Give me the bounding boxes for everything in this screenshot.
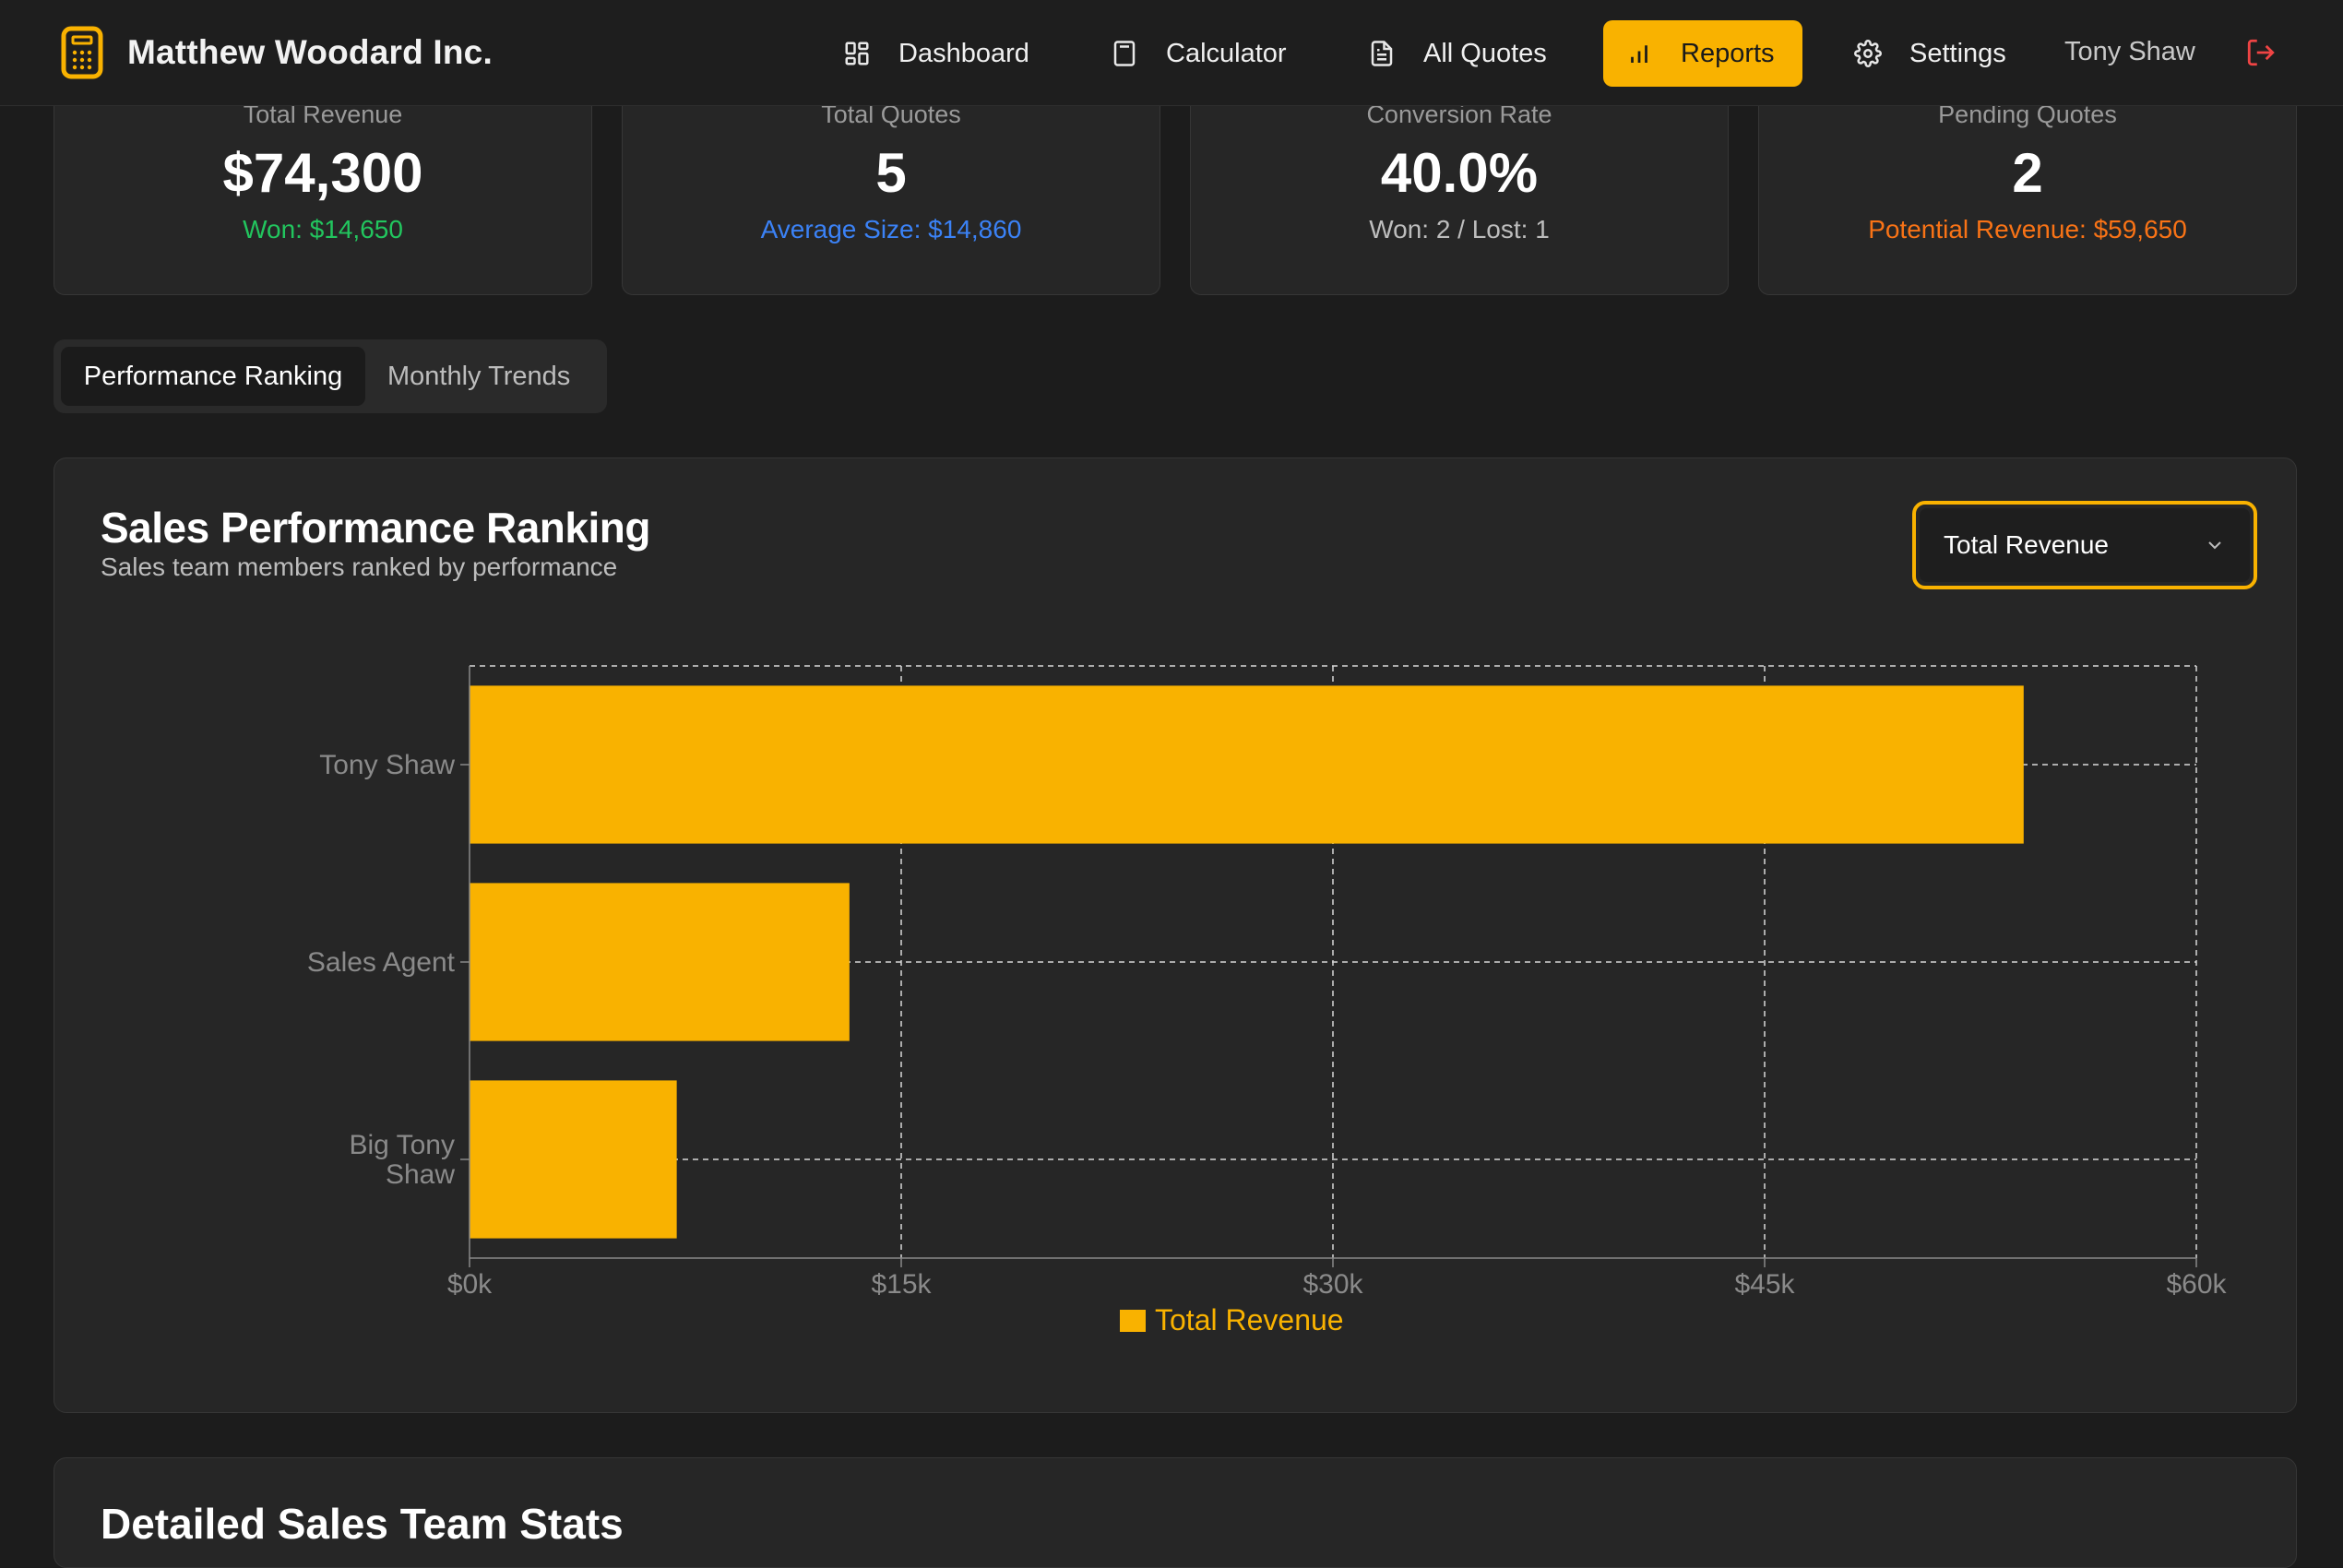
stat-card-total-quotes: Total Quotes 5 Average Size: $14,860	[622, 74, 1160, 295]
tab-monthly-trends[interactable]: Monthly Trends	[387, 347, 570, 406]
details-title: Detailed Sales Team Stats	[101, 1500, 624, 1548]
nav-reports[interactable]: Reports	[1603, 20, 1802, 87]
stat-value: 40.0%	[1380, 142, 1539, 204]
y-tick-label: Big Tony	[349, 1130, 455, 1160]
nav-all-quotes-label: All Quotes	[1423, 38, 1547, 68]
report-tabs: Performance Ranking Monthly Trends	[54, 339, 607, 413]
nav-calculator[interactable]: Calculator	[1111, 20, 1287, 87]
y-tick-label: Sales Agent	[307, 947, 456, 978]
x-tick-label: $45k	[1734, 1269, 1795, 1300]
bar-chart-icon	[1631, 45, 1647, 63]
sales-ranking-panel: Sales Performance Ranking Sales team mem…	[54, 457, 2297, 1413]
nav-calculator-label: Calculator	[1166, 38, 1287, 68]
calculator-logo-icon	[61, 26, 103, 79]
stat-sub: Potential Revenue: $59,650	[1868, 215, 2187, 244]
logout-icon[interactable]	[2245, 37, 2277, 68]
user-name[interactable]: Tony Shaw	[2064, 37, 2195, 67]
gear-icon	[1854, 40, 1882, 67]
nav-dashboard[interactable]: Dashboard	[843, 20, 1029, 87]
brand[interactable]: Matthew Woodard Inc.	[61, 26, 493, 79]
x-tick-label: $60k	[2166, 1269, 2227, 1300]
stat-card-total-revenue: Total Revenue $74,300 Won: $14,650	[54, 74, 592, 295]
bar	[470, 685, 2024, 844]
stat-sub: Won: $14,650	[243, 215, 403, 244]
nav-settings[interactable]: Settings	[1854, 20, 2006, 87]
details-panel: Detailed Sales Team Stats	[54, 1457, 2297, 1568]
x-tick-label: $30k	[1302, 1269, 1363, 1300]
nav-settings-label: Settings	[1909, 38, 2006, 68]
ranking-bar-chart: $0k $15k $30k $45k $60k Tony Shaw Sales Agent B…	[307, 665, 2228, 1336]
calculator-icon	[1113, 41, 1136, 66]
nav-all-quotes[interactable]: All Quotes	[1368, 20, 1547, 87]
brand-title: Matthew Woodard Inc.	[127, 33, 493, 71]
legend-swatch	[1120, 1310, 1146, 1332]
y-tick-label: Tony Shaw	[319, 750, 455, 780]
x-tick-label: $15k	[871, 1269, 932, 1300]
top-navbar: Matthew Woodard Inc. Dashboard Calculato…	[0, 0, 2343, 106]
stat-sub: Average Size: $14,860	[760, 215, 1022, 244]
stat-value: $74,300	[222, 142, 423, 204]
stat-value: 2	[2012, 142, 2043, 204]
document-icon	[1371, 41, 1393, 66]
stat-card-conversion-rate: Conversion Rate 40.0% Won: 2 / Lost: 1	[1190, 74, 1729, 295]
stat-card-pending-quotes: Pending Quotes 2 Potential Revenue: $59,…	[1758, 74, 2297, 295]
tab-performance-ranking[interactable]: Performance Ranking	[61, 347, 365, 406]
nav-reports-label: Reports	[1681, 38, 1775, 68]
stat-value: 5	[875, 142, 907, 204]
legend-label: Total Revenue	[1155, 1303, 1344, 1336]
dashboard-icon	[845, 42, 869, 65]
stat-sub: Won: 2 / Lost: 1	[1369, 215, 1550, 244]
y-tick-label: Shaw	[386, 1159, 455, 1190]
x-tick-label: $0k	[447, 1269, 493, 1300]
bar	[470, 883, 850, 1041]
nav-dashboard-label: Dashboard	[898, 38, 1029, 68]
bar	[470, 1080, 677, 1239]
